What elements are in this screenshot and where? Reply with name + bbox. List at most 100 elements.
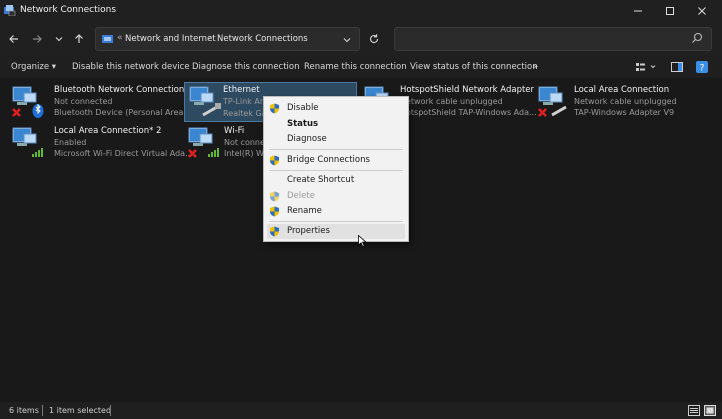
connection-item-local-area-2[interactable]: Local Area Connection* 2 Enabled Microso…	[8, 124, 193, 162]
breadcrumb-separator-icon[interactable]: ›	[208, 33, 212, 43]
help-button[interactable]: ?	[695, 60, 709, 74]
details-view-button[interactable]	[688, 405, 700, 416]
large-icons-view-button[interactable]	[704, 405, 716, 416]
arrow-up-icon	[75, 34, 83, 43]
status-bar: 6 items 1 item selected	[0, 402, 722, 419]
menu-item-label: Status	[287, 119, 319, 129]
navigation-bar: « Network and Internet › Network Connect…	[0, 22, 722, 56]
organize-label: Organize	[11, 62, 50, 72]
connection-device: Microsoft Wi-Fi Direct Virtual Ada...	[54, 149, 193, 158]
recent-locations-button[interactable]	[50, 31, 68, 47]
back-button[interactable]	[5, 31, 23, 47]
menu-item-label: Disable	[287, 103, 319, 113]
connection-name: Wi-Fi	[224, 126, 245, 136]
close-button[interactable]	[686, 0, 718, 22]
connection-device: TAP-Windows Adapter V9	[574, 108, 675, 117]
connection-name: HotspotShield Network Adapter	[400, 85, 535, 95]
svg-text:?: ?	[700, 64, 705, 74]
connection-status: Network cable unplugged	[574, 97, 677, 106]
network-adapter-icon	[538, 86, 567, 117]
menu-item-label: Bridge Connections	[287, 155, 370, 165]
close-icon	[698, 7, 706, 15]
connection-status: Network cable unplugged	[400, 97, 503, 106]
menu-item-bridge-connections[interactable]: Bridge Connections	[264, 153, 408, 168]
ethernet-adapter-icon	[189, 86, 221, 117]
details-view-icon	[688, 405, 700, 416]
menu-separator	[269, 221, 403, 222]
connection-name: Bluetooth Network Connection	[54, 85, 185, 95]
connection-device: Realtek Ga	[223, 109, 267, 118]
menu-separator	[269, 149, 403, 150]
selection-count: 1 item selected	[49, 406, 112, 415]
connection-name: Local Area Connection* 2	[54, 126, 162, 136]
menu-item-label: Diagnose	[287, 134, 327, 144]
menu-item-properties[interactable]: Properties	[267, 224, 405, 239]
search-icon	[692, 32, 703, 43]
disable-device-button[interactable]: Disable this network device	[72, 62, 190, 72]
menu-item-delete[interactable]: Delete	[264, 189, 408, 204]
connection-status: Not conne	[224, 138, 265, 147]
uac-shield-icon	[270, 103, 279, 114]
connection-device: HotspotShield TAP-Windows Ada...	[400, 108, 537, 117]
diagnose-connection-button[interactable]: Diagnose this connection	[192, 62, 300, 72]
connection-status: Enabled	[54, 138, 87, 147]
uac-shield-icon	[270, 191, 279, 202]
arrow-left-icon	[9, 35, 18, 43]
organize-button[interactable]: Organize ▾	[11, 62, 56, 72]
menu-item-label: Properties	[287, 226, 330, 236]
more-commands-button[interactable]: »	[533, 62, 538, 72]
minimize-icon	[634, 10, 642, 12]
uac-shield-icon	[270, 226, 279, 237]
rename-connection-button[interactable]: Rename this connection	[304, 62, 407, 72]
menu-item-label: Delete	[287, 191, 315, 201]
command-bar: Organize ▾ Disable this network device D…	[0, 56, 722, 79]
breadcrumb-network-and-internet[interactable]: Network and Internet	[125, 34, 216, 44]
connection-name: Ethernet	[223, 85, 260, 95]
address-bar[interactable]: « Network and Internet › Network Connect…	[95, 27, 360, 51]
network-folder-icon	[4, 5, 16, 16]
menu-item-status[interactable]: Status	[264, 117, 408, 132]
minimize-button[interactable]	[622, 0, 654, 22]
forward-button[interactable]	[28, 31, 46, 47]
menu-item-label: Rename	[287, 206, 322, 216]
window-title: Network Connections	[20, 5, 117, 15]
connection-item-bluetooth[interactable]: Bluetooth Network Connection Not connect…	[8, 83, 194, 121]
view-status-button[interactable]: View status of this connection	[410, 62, 538, 72]
menu-item-create-shortcut[interactable]: Create Shortcut	[264, 173, 408, 188]
context-menu: Disable Status Diagnose Bridge Connectio…	[263, 96, 409, 242]
connection-name: Local Area Connection	[574, 85, 670, 95]
preview-pane-button[interactable]	[669, 60, 685, 74]
menu-item-label: Create Shortcut	[287, 175, 355, 185]
search-input[interactable]	[394, 27, 712, 51]
menu-separator	[269, 170, 403, 171]
address-dropdown-icon[interactable]	[342, 35, 352, 45]
connection-item-local-area[interactable]: Local Area Connection Network cable unpl…	[534, 83, 706, 121]
maximize-button[interactable]	[654, 0, 686, 22]
arrow-right-icon	[33, 35, 42, 43]
preview-pane-icon	[671, 62, 683, 72]
menu-item-rename[interactable]: Rename	[264, 204, 408, 219]
breadcrumb-overflow-icon[interactable]: «	[117, 33, 123, 43]
up-button[interactable]	[70, 31, 88, 47]
change-view-button[interactable]	[633, 60, 659, 74]
title-bar: Network Connections	[0, 0, 722, 22]
mouse-cursor-icon	[358, 235, 367, 247]
control-panel-icon	[102, 35, 113, 43]
breadcrumb-network-connections[interactable]: Network Connections	[217, 34, 308, 44]
wifi-adapter-icon	[188, 127, 219, 158]
help-icon: ?	[696, 61, 708, 73]
maximize-icon	[666, 7, 674, 15]
status-divider	[42, 405, 43, 416]
view-options-icon	[636, 63, 656, 71]
chevron-down-icon	[55, 37, 63, 42]
menu-item-diagnose[interactable]: Diagnose	[264, 132, 408, 147]
refresh-button[interactable]	[362, 27, 386, 51]
bluetooth-adapter-icon	[12, 86, 44, 118]
wifi-direct-adapter-icon	[12, 127, 43, 157]
uac-shield-icon	[270, 155, 279, 166]
menu-item-disable[interactable]: Disable	[264, 101, 408, 116]
large-icons-view-icon	[704, 405, 716, 416]
uac-shield-icon	[270, 206, 279, 217]
connection-status: TP-Link Ar	[223, 97, 264, 106]
connection-device: Intel(R) W	[224, 149, 264, 158]
